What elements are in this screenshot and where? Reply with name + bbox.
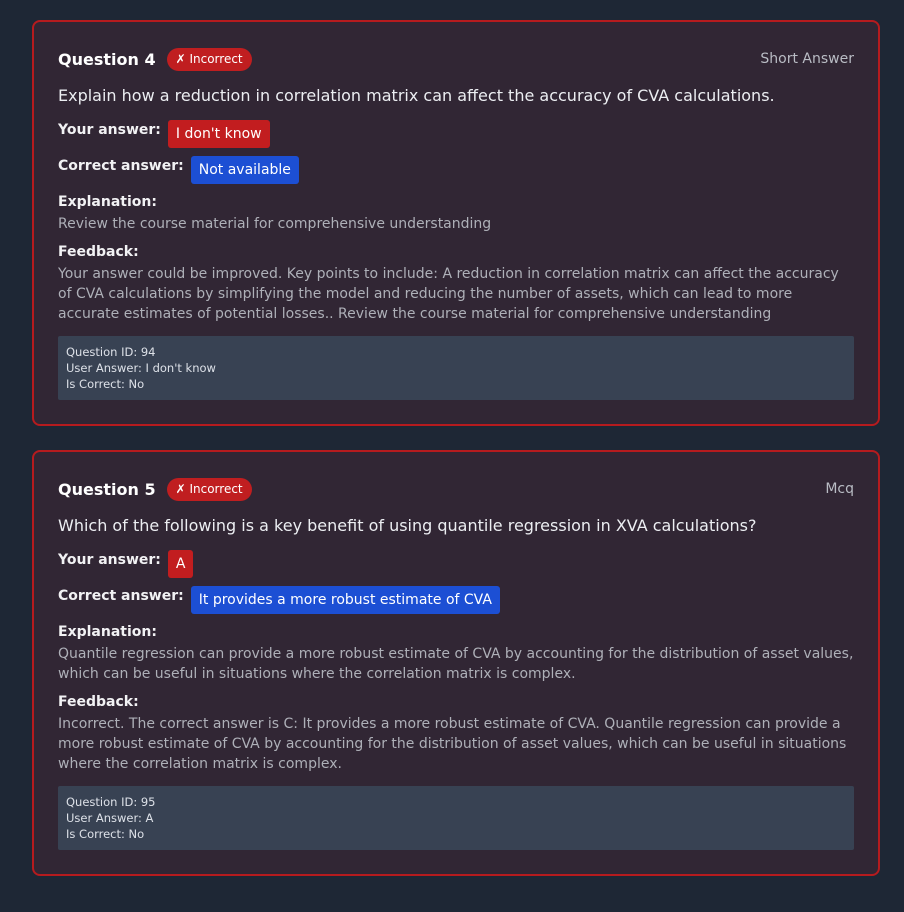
question-text: Explain how a reduction in correlation m… (58, 86, 775, 105)
explanation-text: Review the course material for comprehen… (58, 216, 492, 232)
question-type: Short Answer (760, 51, 854, 67)
correct-answer-label: Correct answer: (58, 588, 184, 604)
debug-user-answer: User Answer: I don't know (66, 361, 216, 375)
feedback-text: Incorrect. The correct answer is C: It p… (58, 716, 847, 772)
your-answer-label: Your answer: (58, 122, 161, 138)
question-header: Question 5 ✗ Incorrect Mcq (58, 476, 854, 502)
explanation-label: Explanation: (58, 194, 157, 210)
question-card: Question 5 ✗ Incorrect Mcq Which of the … (32, 450, 880, 876)
question-type: Mcq (825, 481, 854, 497)
your-answer-chip: A (167, 550, 194, 578)
correct-answer-row: Correct answer: It provides a more robus… (58, 586, 854, 614)
question-text: Which of the following is a key benefit … (58, 516, 757, 535)
correct-answer-row: Correct answer: Not available (58, 156, 854, 184)
debug-info: Question ID: 94 User Answer: I don't kno… (58, 336, 854, 400)
debug-is-correct: Is Correct: No (66, 827, 145, 841)
your-answer-label: Your answer: (58, 552, 161, 568)
debug-question-id: Question ID: 94 (66, 345, 156, 359)
question-title: Question 4 (58, 49, 156, 69)
results-list: Question 4 ✗ Incorrect Short Answer Expl… (32, 20, 880, 900)
debug-info: Question ID: 95 User Answer: A Is Correc… (58, 786, 854, 850)
your-answer-row: Your answer: A (58, 550, 854, 578)
explanation-label: Explanation: (58, 624, 157, 640)
question-card: Question 4 ✗ Incorrect Short Answer Expl… (32, 20, 880, 426)
feedback-label: Feedback: (58, 244, 139, 260)
your-answer-row: Your answer: I don't know (58, 120, 854, 148)
feedback-text: Your answer could be improved. Key point… (58, 266, 839, 322)
correct-answer-chip: Not available (190, 156, 299, 184)
debug-user-answer: User Answer: A (66, 811, 154, 825)
debug-question-id: Question ID: 95 (66, 795, 156, 809)
question-header: Question 4 ✗ Incorrect Short Answer (58, 46, 854, 72)
correct-answer-chip: It provides a more robust estimate of CV… (190, 586, 500, 614)
feedback-label: Feedback: (58, 694, 139, 710)
incorrect-badge: ✗ Incorrect (166, 47, 252, 71)
your-answer-chip: I don't know (167, 120, 270, 148)
explanation-text: Quantile regression can provide a more r… (58, 646, 854, 682)
question-title: Question 5 (58, 479, 156, 499)
incorrect-badge: ✗ Incorrect (166, 477, 252, 501)
correct-answer-label: Correct answer: (58, 158, 184, 174)
debug-is-correct: Is Correct: No (66, 377, 145, 391)
